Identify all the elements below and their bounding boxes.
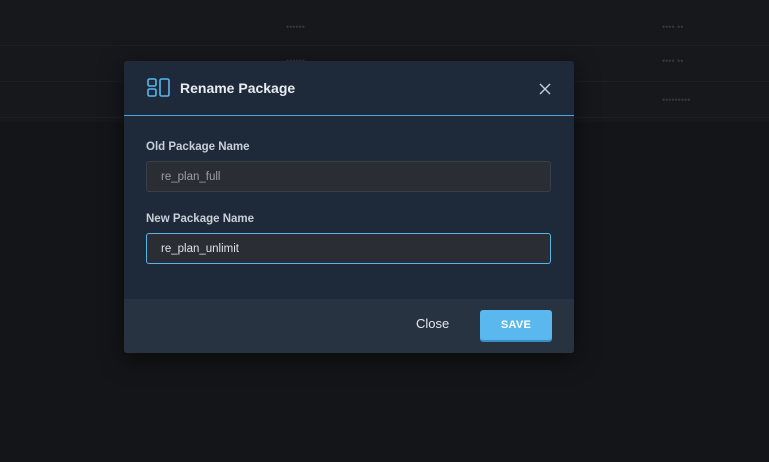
- old-package-name-input[interactable]: [146, 161, 551, 192]
- new-package-name-label: New Package Name: [146, 213, 255, 225]
- table-row: •••••• •••• ••: [0, 9, 769, 46]
- dialog-header: Rename Package: [124, 61, 574, 116]
- close-button[interactable]: Close: [416, 316, 449, 331]
- table-cell: •••••••••: [662, 95, 691, 105]
- table-cell: •••• ••: [662, 56, 684, 66]
- package-layout-icon: [147, 78, 171, 98]
- table-cell: •••• ••: [662, 22, 684, 32]
- close-icon[interactable]: [537, 81, 553, 97]
- dialog-title: Rename Package: [180, 80, 296, 96]
- new-package-name-input[interactable]: [146, 233, 551, 264]
- save-button[interactable]: SAVE: [480, 310, 552, 340]
- table-cell: ••••••: [286, 22, 305, 32]
- rename-package-dialog: Rename Package Old Package Name New Pack…: [124, 61, 574, 353]
- dialog-footer: Close SAVE: [124, 299, 574, 353]
- old-package-name-label: Old Package Name: [146, 141, 250, 153]
